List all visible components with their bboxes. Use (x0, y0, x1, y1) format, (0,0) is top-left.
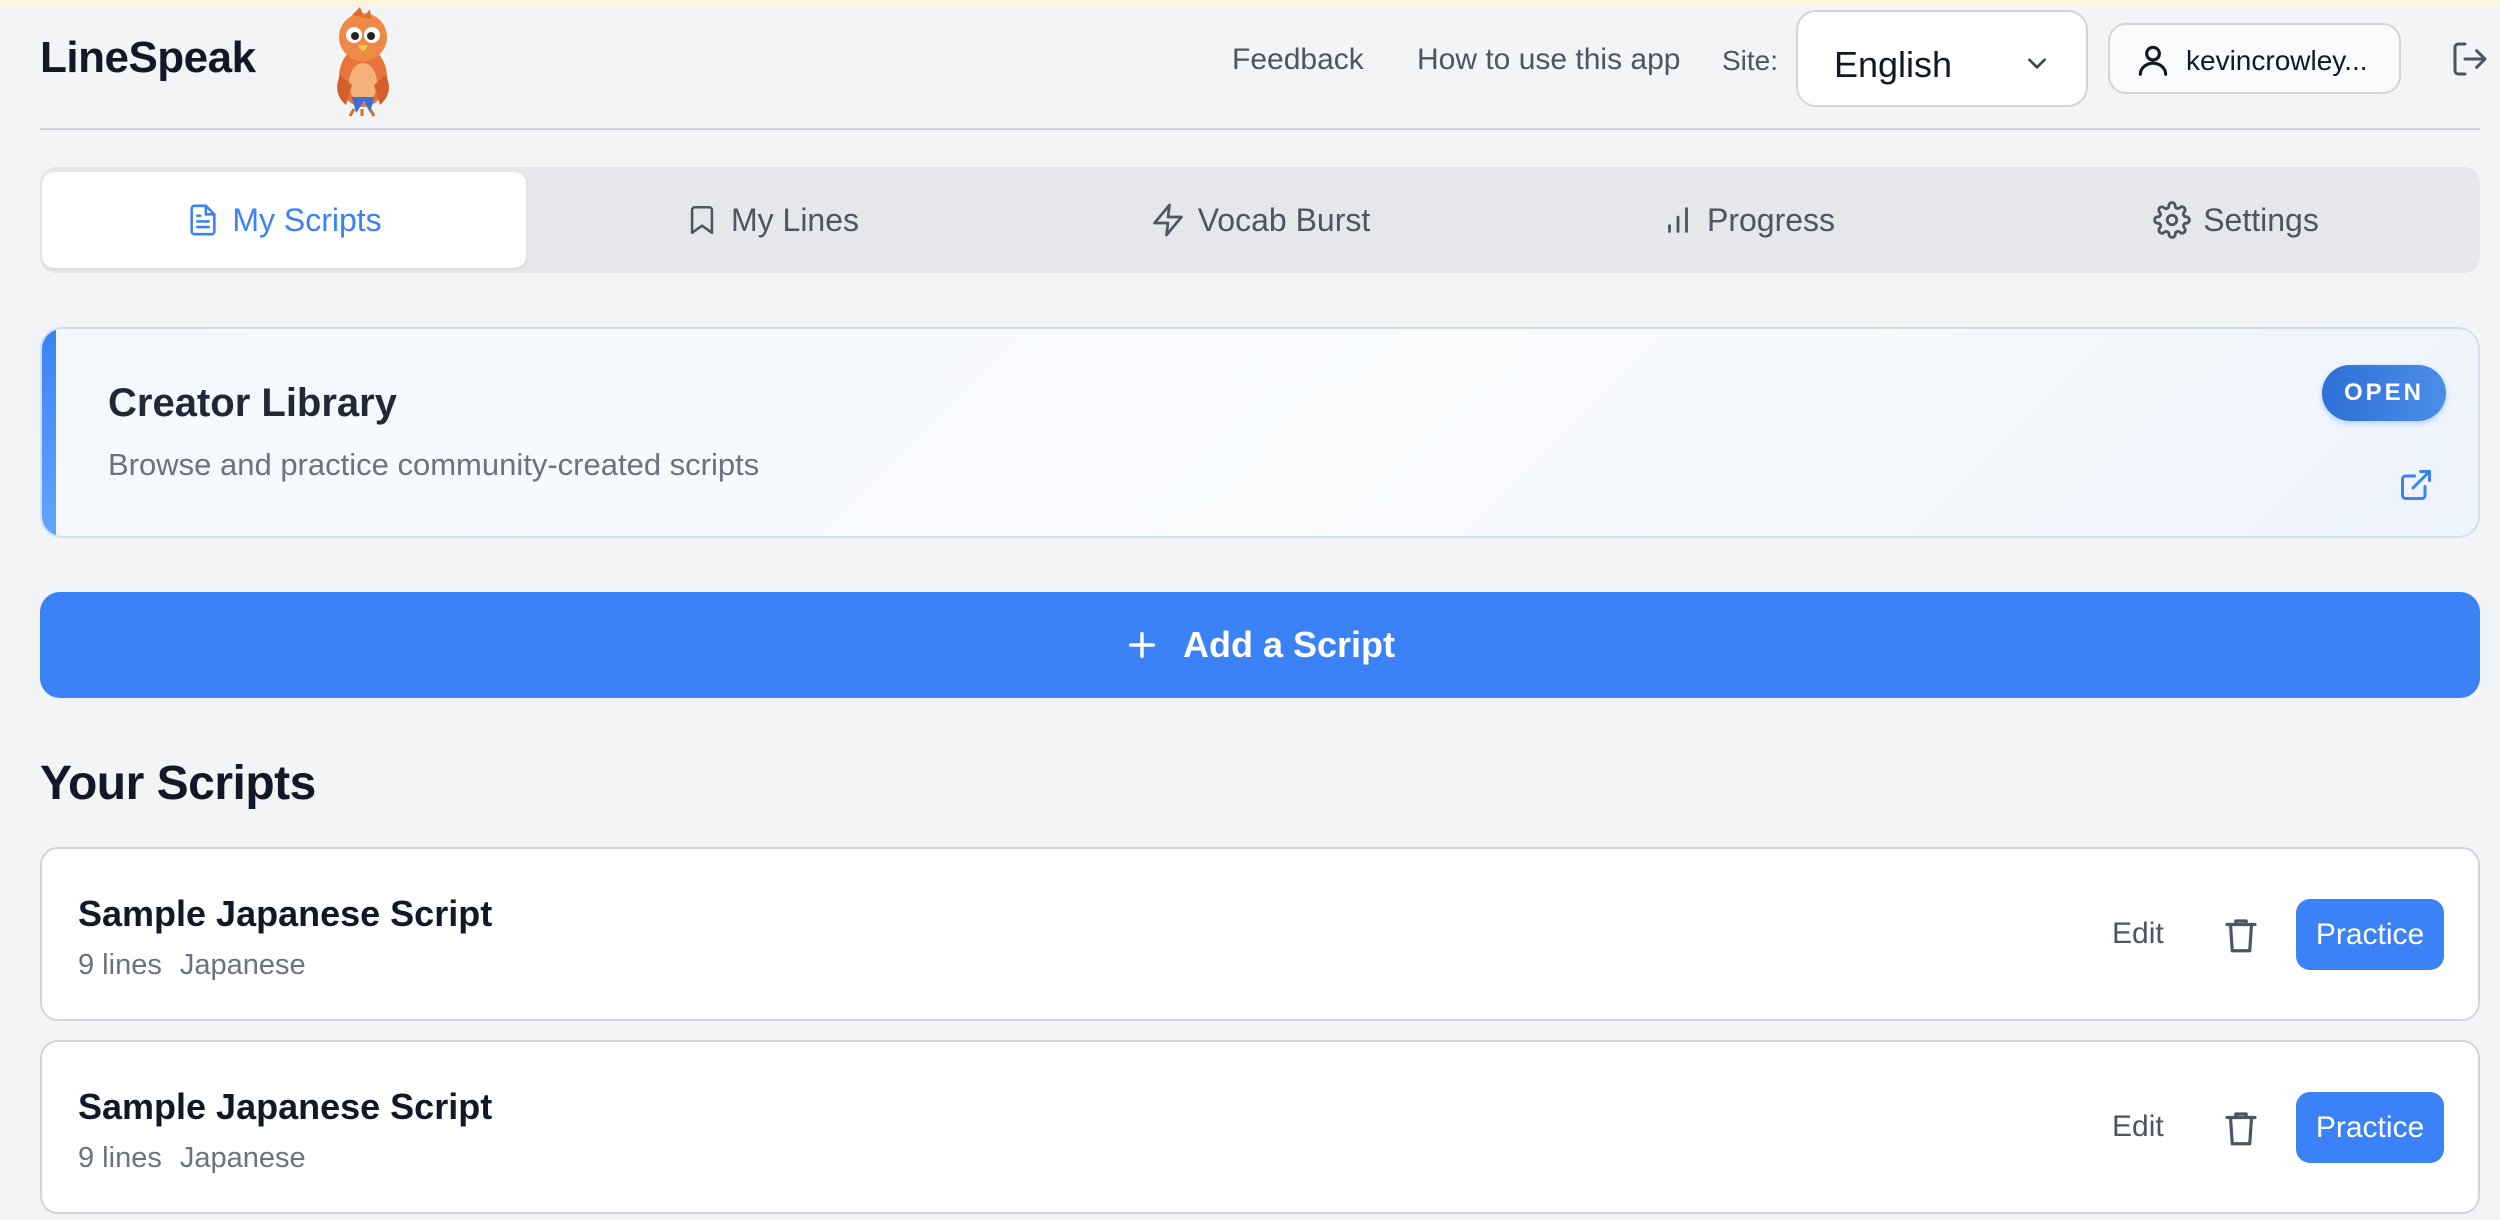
add-script-button[interactable]: Add a Script (40, 592, 2480, 698)
user-account-button[interactable]: kevincrowley... (2108, 23, 2401, 94)
your-scripts-title: Your Scripts (40, 757, 316, 810)
bookmark-icon (690, 205, 714, 235)
app-logo[interactable]: LineSpeak (40, 33, 256, 83)
parrot-mascot-icon (337, 7, 389, 117)
external-link-icon[interactable] (2398, 467, 2434, 503)
how-to-use-link[interactable]: How to use this app (1417, 43, 1680, 77)
script-line-count: 9 lines (78, 949, 162, 981)
tab-label: Vocab Burst (1197, 201, 1371, 238)
logout-icon[interactable] (2450, 39, 2490, 79)
script-name: Sample Japanese Script (78, 893, 493, 934)
trash-icon[interactable] (2220, 1105, 2262, 1151)
script-row[interactable]: Sample Japanese Script 9 lines Japanese E… (40, 1040, 2480, 1214)
practice-button[interactable]: Practice (2296, 1092, 2444, 1163)
script-row[interactable]: Sample Japanese Script 9 lines Japanese E… (40, 847, 2480, 1021)
practice-button[interactable]: Practice (2296, 899, 2444, 970)
script-line-count: 9 lines (78, 1142, 162, 1174)
tab-progress[interactable]: Progress (1506, 172, 1990, 268)
script-language: Japanese (179, 949, 306, 981)
script-meta: 9 lines Japanese (78, 1142, 306, 1175)
tab-settings[interactable]: Settings (1994, 172, 2478, 268)
script-language: Japanese (179, 1142, 306, 1174)
tab-my-lines[interactable]: My Lines (530, 172, 1014, 268)
user-icon (2138, 45, 2168, 76)
card-accent-bar (42, 329, 56, 536)
edit-button[interactable]: Edit (2112, 917, 2164, 951)
site-label: Site: (1722, 45, 1779, 76)
site-language-value: English (1834, 44, 1953, 85)
gear-icon (2153, 201, 2191, 239)
edit-button[interactable]: Edit (2112, 1110, 2164, 1144)
plus-icon (1128, 631, 1156, 659)
tab-label: My Scripts (232, 201, 382, 238)
library-description: Browse and practice community-created sc… (108, 447, 760, 482)
bar-chart-icon (1668, 207, 1688, 233)
site-language-select[interactable]: English (1796, 10, 2088, 107)
main-tabs: My Scripts My Lines Vocab Burst Progress… (40, 167, 2480, 273)
tab-vocab-burst[interactable]: Vocab Burst (1018, 172, 1502, 268)
lightning-icon (1152, 203, 1183, 237)
tab-my-scripts[interactable]: My Scripts (42, 172, 526, 268)
app-header: LineSpeak Feedback How to use this app S… (40, 5, 2487, 130)
feedback-link[interactable]: Feedback (1232, 43, 1364, 77)
document-icon (190, 204, 216, 236)
trash-icon[interactable] (2220, 912, 2262, 958)
tab-label: Progress (1706, 201, 1836, 238)
script-meta: 9 lines Japanese (78, 949, 306, 982)
add-script-label: Add a Script (1182, 624, 1396, 665)
tab-label: Settings (2203, 201, 2319, 238)
open-badge[interactable]: OPEN (2322, 365, 2446, 421)
username: kevincrowley... (2186, 45, 2368, 76)
tab-label: My Lines (730, 201, 860, 238)
chevron-down-icon (2028, 58, 2046, 69)
creator-library-card[interactable]: Creator Library Browse and practice comm… (40, 327, 2480, 538)
script-name: Sample Japanese Script (78, 1086, 493, 1127)
library-title: Creator Library (108, 381, 397, 425)
